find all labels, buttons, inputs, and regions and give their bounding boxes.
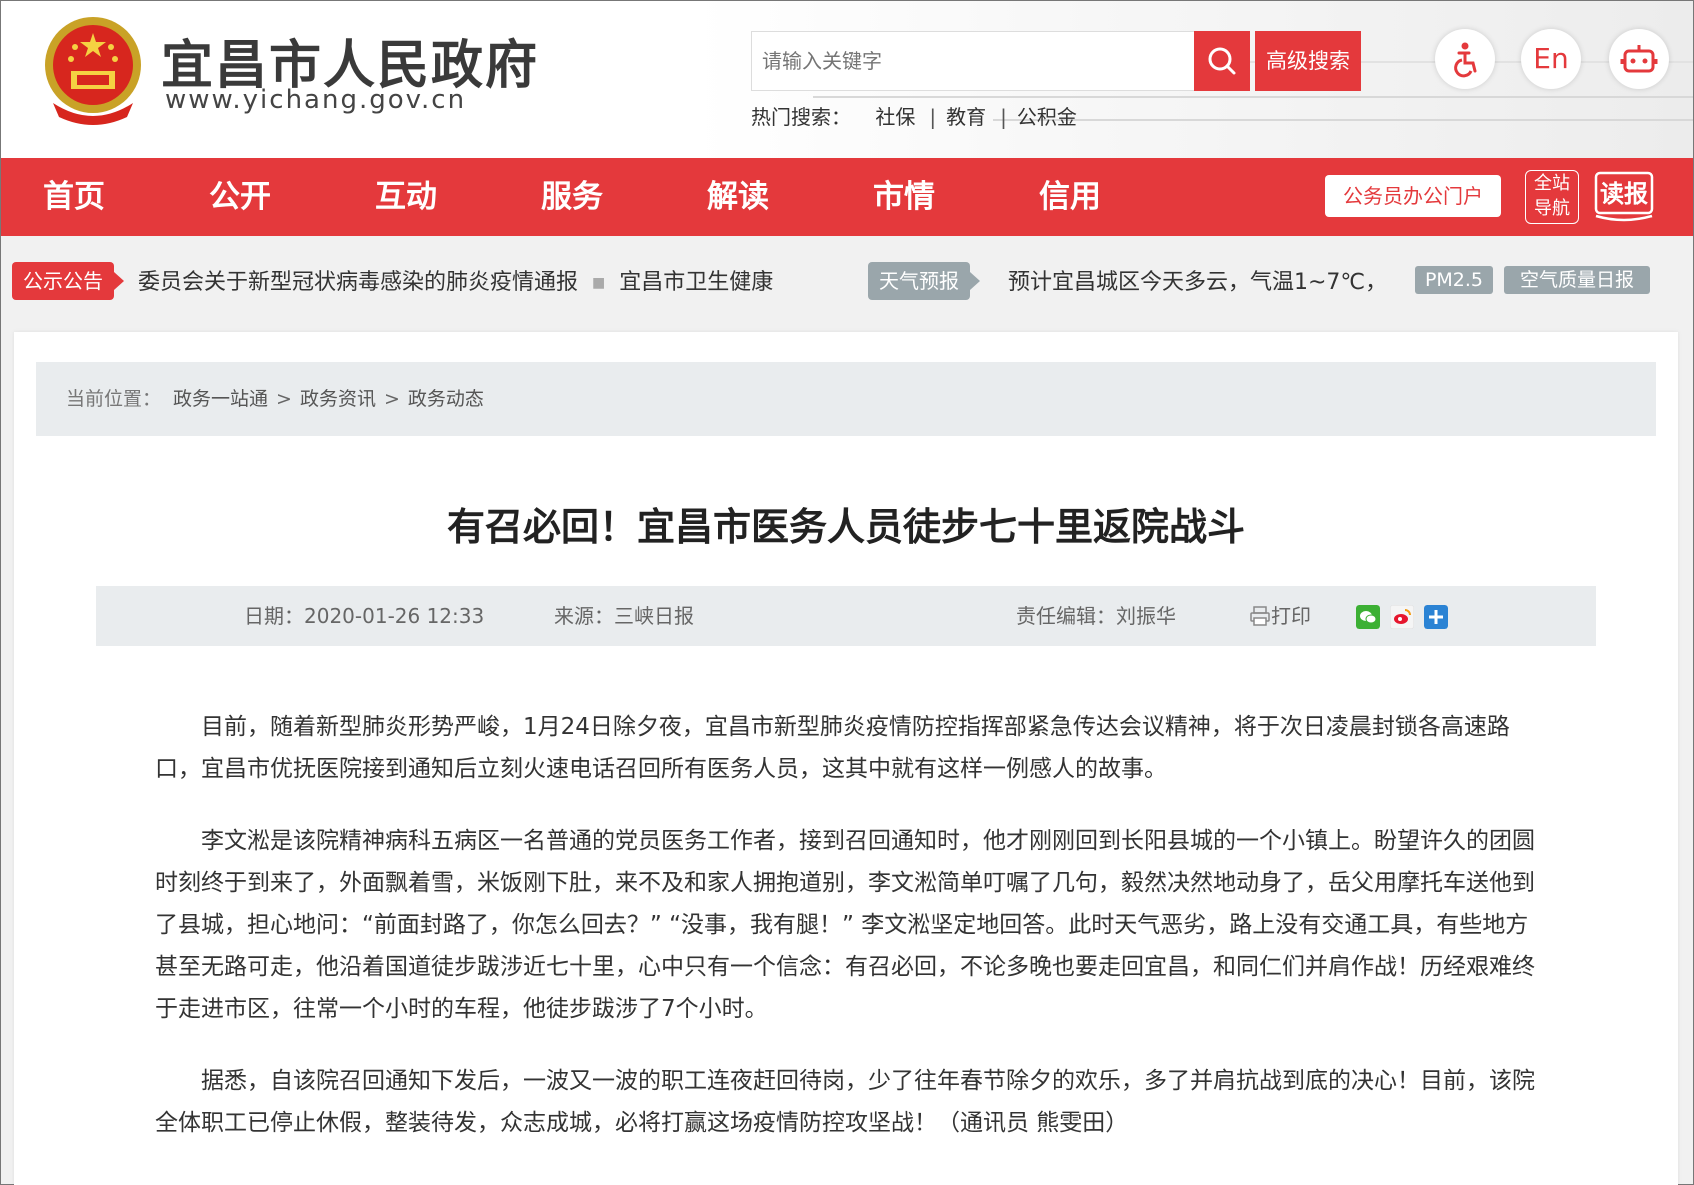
breadcrumb-item[interactable]: 政务动态 xyxy=(408,388,484,410)
article-source: 来源：三峡日报 xyxy=(554,604,694,628)
notice-item[interactable]: 委员会关于新型冠状病毒感染的肺炎疫情通报 xyxy=(138,270,578,295)
hot-search-item[interactable]: 教育 xyxy=(946,105,986,129)
article-paragraph: 目前，随着新型肺炎形势严峻，1月24日除夕夜，宜昌市新型肺炎疫情防控指挥部紧急传… xyxy=(155,714,1510,782)
weibo-icon[interactable] xyxy=(1390,605,1414,629)
robot-button[interactable] xyxy=(1609,29,1669,89)
newspaper-icon: 读报 xyxy=(1594,171,1654,222)
content-card: 当前位置： 政务一站通 > 政务资讯 > 政务动态 有召必回！宜昌市医务人员徒步七十里返院… xyxy=(14,332,1678,1185)
national-emblem-icon xyxy=(45,17,141,125)
breadcrumb: 当前位置： 政务一站通 > 政务资讯 > 政务动态 xyxy=(36,362,1656,436)
header: 宜昌市人民政府 www.yichang.gov.cn 高级搜索 热门搜索： 社保… xyxy=(1,1,1693,158)
hot-search-label: 热门搜索： xyxy=(751,105,851,129)
weather-text: 预计宜昌城区今天多云，气温1~7℃， xyxy=(1008,270,1388,295)
english-button[interactable]: En xyxy=(1521,29,1581,89)
nav-item-open[interactable]: 公开 xyxy=(209,158,271,236)
nav-item-interpret[interactable]: 解读 xyxy=(707,158,769,236)
advanced-search-button[interactable]: 高级搜索 xyxy=(1255,31,1361,91)
site-url: www.yichang.gov.cn xyxy=(165,85,467,115)
search-input[interactable] xyxy=(760,40,1174,82)
robot-icon xyxy=(1620,45,1658,73)
breadcrumb-separator: > xyxy=(383,388,400,410)
separator: | xyxy=(1000,105,1007,129)
separator-dot: ■ xyxy=(592,275,606,291)
read-label: 读报 xyxy=(1600,180,1648,208)
article-title: 有召必回！宜昌市医务人员徒步七十里返院战斗 xyxy=(446,505,1245,549)
hot-search-item[interactable]: 社保 xyxy=(875,105,915,129)
site-nav-line2: 导航 xyxy=(1534,198,1570,219)
article-body: 目前，随着新型肺炎形势严峻，1月24日除夕夜，宜昌市新型肺炎疫情防控指挥部紧急传… xyxy=(155,706,1545,1174)
hot-search: 热门搜索： 社保 | 教育 | 公积金 xyxy=(751,101,1081,130)
breadcrumb-label: 当前位置： xyxy=(66,388,162,410)
nav-item-home[interactable]: 首页 xyxy=(43,158,105,236)
site-navigation-button[interactable]: 全站 导航 xyxy=(1525,170,1579,224)
nav-item-city[interactable]: 市情 xyxy=(873,158,935,236)
separator: | xyxy=(929,105,937,129)
article-paragraph: 据悉，自该院召回通知下发后，一波又一波的职工连夜赶回待岗，少了往年春节除夕的欢乐… xyxy=(155,1068,1535,1136)
accessibility-button[interactable] xyxy=(1435,29,1495,89)
article-date: 日期：2020-01-26 12:33 xyxy=(244,604,485,628)
print-label: 打印 xyxy=(1271,604,1311,628)
search-box xyxy=(751,31,1195,91)
skyline-line xyxy=(993,119,1693,121)
breadcrumb-separator: > xyxy=(276,388,292,410)
site-nav-line1: 全站 xyxy=(1534,173,1570,194)
civil-servant-portal-button[interactable]: 公务员办公门户 xyxy=(1325,175,1501,217)
nav-item-interact[interactable]: 互动 xyxy=(375,158,437,236)
read-newspaper-button[interactable]: 读报 xyxy=(1593,170,1655,224)
breadcrumb-item[interactable]: 政务资讯 xyxy=(300,388,376,410)
search-button[interactable] xyxy=(1194,31,1250,91)
weather-tag[interactable]: 天气预报 xyxy=(868,262,980,300)
pm25-badge[interactable]: PM2.5 xyxy=(1415,266,1493,294)
article-paragraph: 李文淞是该院精神病科五病区一名普通的党员医务工作者，接到召回通知时，他才刚刚回到… xyxy=(155,828,1535,1022)
english-label: En xyxy=(1533,42,1569,75)
accessibility-icon xyxy=(1454,42,1477,78)
nav-item-service[interactable]: 服务 xyxy=(541,158,603,236)
main-nav: 首页 公开 互动 服务 解读 市情 信用 公务员办公门户 全站 导航 读报 xyxy=(1,158,1693,236)
plus-share-icon[interactable] xyxy=(1424,605,1448,629)
skyline-line xyxy=(813,96,1693,98)
article-editor: 责任编辑：刘振华 xyxy=(1016,604,1176,628)
notice-ticker: 委员会关于新型冠状病毒感染的肺炎疫情通报 ■ 宜昌市卫生健康 xyxy=(138,264,773,296)
search-icon xyxy=(1208,47,1236,75)
print-icon xyxy=(1250,606,1270,626)
air-quality-badge[interactable]: 空气质量日报 xyxy=(1504,266,1650,294)
notice-item[interactable]: 宜昌市卫生健康 xyxy=(619,270,773,295)
hot-search-item[interactable]: 公积金 xyxy=(1017,105,1077,129)
print-button[interactable]: 打印 xyxy=(1249,586,1311,646)
nav-item-credit[interactable]: 信用 xyxy=(1039,158,1101,236)
article-meta: 日期：2020-01-26 12:33 来源：三峡日报 责任编辑：刘振华 打印 xyxy=(96,586,1596,646)
notice-tag[interactable]: 公示公告 xyxy=(12,262,124,300)
breadcrumb-item[interactable]: 政务一站通 xyxy=(173,388,268,410)
wechat-icon[interactable] xyxy=(1356,605,1380,629)
